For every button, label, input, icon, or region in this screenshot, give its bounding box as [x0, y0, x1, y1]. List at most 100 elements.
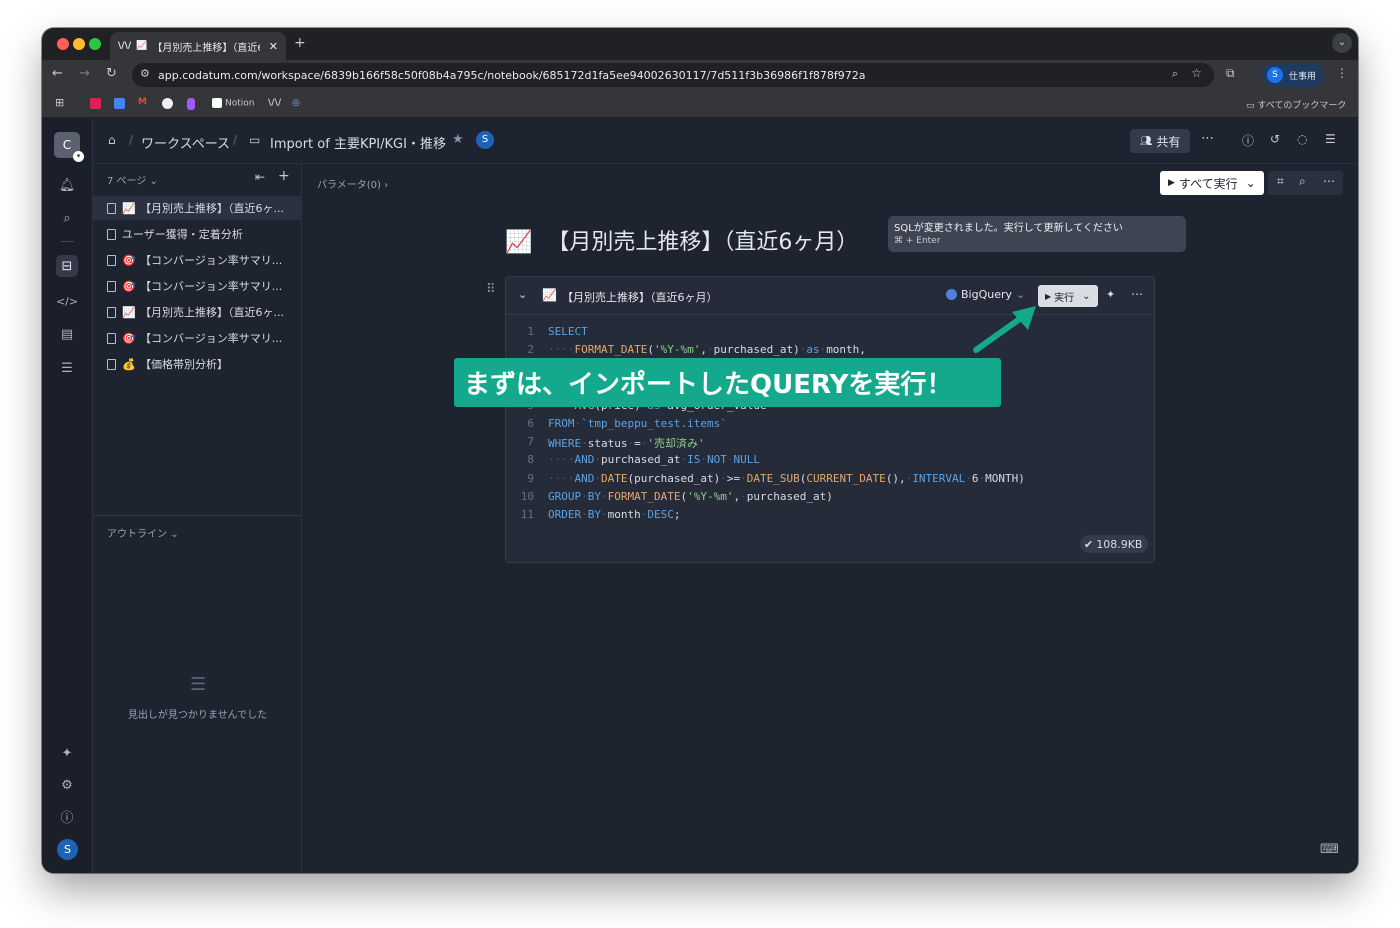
code-text: ····AND·DATE(purchased_at)·>=·DATE_SUB(C… — [548, 472, 1025, 485]
sql-changed-tooltip: SQLが変更されました。実行して更新してください ⌘ + Enter — [888, 216, 1186, 252]
sql-cell: ⌄ 📈 【月別売上推移】（直近6ヶ月） BigQuery ⌄ ▶ 実行 ⌄ ✦ ⋯ … — [505, 276, 1155, 563]
tab-search-button[interactable]: ⌄ — [1332, 33, 1352, 53]
outline-header[interactable]: アウトライン ⌄ — [107, 525, 179, 540]
chevron-down-icon: ⌄ — [149, 176, 158, 187]
database-icon[interactable]: ☰ — [56, 357, 78, 379]
page-list-item[interactable]: 🎯 【コンバージョン率サマリ... — [93, 274, 302, 298]
workspace-switcher[interactable]: C ▾ — [54, 132, 84, 162]
add-page-icon[interactable]: + — [278, 168, 290, 184]
favorite-star-icon[interactable]: ★ — [452, 132, 464, 147]
code-line: 7 WHERE·status·=·'売却済み' — [506, 435, 1154, 453]
chart-emoji-icon: 📈 — [542, 288, 557, 302]
workspace-initial: C — [62, 138, 72, 152]
close-tab-icon[interactable]: ✕ — [269, 40, 278, 53]
calendar-bookmark-icon[interactable] — [114, 98, 125, 109]
outline-empty-message: 見出しが見つかりませんでした — [127, 710, 268, 721]
search-icon[interactable]: ⌕ — [1299, 174, 1306, 189]
frame-icon[interactable]: ⌗ — [1277, 174, 1284, 189]
run-label: 実行 — [1054, 292, 1075, 304]
browser-tab-strip: \/\/ 📈 【月別売上推移】（直近6ヶ月） ✕ + ⌄ — [42, 28, 1358, 60]
code-text: SELECT — [548, 325, 588, 338]
code-icon[interactable]: </> — [56, 290, 78, 312]
new-tab-button[interactable]: + — [294, 35, 306, 51]
home-icon[interactable]: ⌂ — [108, 133, 116, 147]
breadcrumb-workspace[interactable]: ワークスペース — [141, 133, 230, 152]
ai-sparkle-icon[interactable]: ✦ — [56, 742, 78, 764]
extensions-icon[interactable]: ⧉ — [1226, 66, 1235, 81]
ai-sparkle-icon[interactable]: ✦ — [1106, 288, 1115, 301]
search-bookmark-icon[interactable]: ◎ — [292, 98, 300, 108]
page-label: 【コンバージョン率サマリ... — [140, 280, 283, 293]
browser-menu-icon[interactable]: ⋮ — [1336, 66, 1348, 80]
chart-emoji-icon: 📈 — [505, 230, 533, 255]
page-list-item[interactable]: 📈 【月別売上推移】（直近6ヶ... — [93, 196, 302, 220]
site-settings-icon[interactable]: ⚙ — [140, 67, 150, 80]
line-number: 2 — [527, 343, 534, 356]
document-icon — [107, 254, 116, 266]
more-options-icon[interactable]: ⋯ — [1323, 174, 1335, 188]
help-icon[interactable]: ⓘ — [56, 805, 78, 827]
page-list-item[interactable]: ユーザー獲得・定着分析 — [93, 222, 302, 246]
forward-arrow-icon[interactable]: → — [79, 66, 90, 81]
people-icon: 👥︎ — [1139, 135, 1153, 147]
chevron-down-icon: ⌄ — [170, 529, 179, 540]
breadcrumb-separator: / — [233, 133, 238, 147]
history-icon[interactable]: ↺ — [1270, 132, 1280, 146]
comment-icon[interactable]: ◌ — [1297, 132, 1307, 146]
zoom-icon[interactable]: ⌕ — [1172, 67, 1178, 81]
bookmarks-bar: ⊞ M Notion \/\/ ◎ ▭ すべてのブックマーク — [42, 90, 1358, 118]
profile-chip[interactable]: S 仕事用 — [1262, 63, 1324, 87]
cell-more-icon[interactable]: ⋯ — [1131, 287, 1143, 301]
page-list-item[interactable]: 🎯 【コンバージョン率サマリ... — [93, 248, 302, 272]
outline-label: アウトライン — [107, 529, 167, 540]
search-icon[interactable]: ⌕ — [56, 207, 78, 229]
collapse-cell-icon[interactable]: ⌄ — [518, 288, 527, 301]
page-list-item[interactable]: 🎯 【コンバージョン率サマリ... — [93, 326, 302, 350]
collaborator-avatar[interactable]: S — [476, 131, 494, 149]
pages-count[interactable]: 7 ページ ⌄ — [107, 172, 158, 187]
cell-title[interactable]: 【月別売上推移】（直近6ヶ月） — [562, 289, 718, 305]
collapse-sidebar-icon[interactable]: ⇤ — [255, 170, 265, 184]
all-bookmarks[interactable]: ▭ すべてのブックマーク — [1246, 98, 1346, 111]
user-avatar[interactable]: S — [57, 839, 78, 860]
drag-handle-icon[interactable]: ⠿ — [486, 282, 496, 297]
gmail-bookmark-icon[interactable]: M — [138, 97, 147, 107]
line-number: 9 — [527, 472, 534, 485]
github-bookmark-icon[interactable] — [162, 98, 173, 109]
close-window-button[interactable] — [57, 38, 69, 50]
tab-title: 【月別売上推移】（直近6ヶ月） — [152, 42, 260, 54]
notebook-title[interactable]: Import of 主要KPI/KGI・推移 — [270, 133, 446, 152]
parameters-toggle[interactable]: パラメータ(0) › — [317, 176, 388, 191]
page-list-item[interactable]: 💰 【価格帯別分析】 — [93, 352, 302, 376]
bell-icon[interactable]: 🔔︎ — [56, 174, 78, 196]
slack-bookmark-icon[interactable] — [90, 98, 101, 109]
share-button[interactable]: 👥︎ 共有 — [1130, 129, 1190, 153]
codatum-bookmark-icon[interactable]: \/\/ — [268, 98, 281, 108]
notebook-book-icon[interactable]: ⊟ — [56, 255, 78, 277]
address-bar[interactable]: ⚙ app.codatum.com/workspace/6839b166f58c… — [132, 63, 1214, 87]
apps-grid-icon[interactable]: ⊞ — [55, 96, 64, 109]
chart-emoji-icon: 📈 — [136, 41, 148, 51]
notion-bookmark[interactable]: Notion — [212, 98, 254, 109]
page-emoji-icon: 📈 — [122, 305, 136, 319]
database-panel-icon[interactable]: ☰ — [1325, 132, 1336, 146]
bigquery-icon — [946, 289, 957, 300]
maximize-window-button[interactable] — [89, 38, 101, 50]
tooltip-message: SQLが変更されました。実行して更新してください — [894, 223, 1123, 234]
more-menu-icon[interactable]: ⋯ — [1201, 131, 1214, 146]
reload-icon[interactable]: ↻ — [106, 66, 117, 81]
minimize-window-button[interactable] — [73, 38, 85, 50]
bookmark-star-icon[interactable]: ☆ — [1191, 66, 1202, 80]
run-all-button[interactable]: ▶ すべて実行 ⌄ — [1160, 171, 1264, 195]
page-list-item[interactable]: 📈 【月別売上推移】（直近6ヶ... — [93, 300, 302, 324]
sidebar-divider — [93, 515, 302, 516]
keyboard-icon[interactable]: ⌨ — [1320, 842, 1339, 857]
browser-tab[interactable]: \/\/ 📈 【月別売上推移】（直近6ヶ月） ✕ — [110, 32, 286, 60]
tooltip-shortcut: ⌘ + Enter — [894, 236, 941, 246]
back-arrow-icon[interactable]: ← — [52, 66, 63, 81]
settings-gear-icon[interactable]: ⚙ — [56, 774, 78, 796]
info-icon[interactable]: ⓘ — [1242, 132, 1254, 149]
left-rail: C ▾ 🔔︎ ⌕ ⊟ </> ▤ ☰ ✦ ⚙ ⓘ S — [42, 118, 93, 873]
report-icon[interactable]: ▤ — [56, 323, 78, 345]
figma-bookmark-icon[interactable] — [187, 98, 195, 110]
